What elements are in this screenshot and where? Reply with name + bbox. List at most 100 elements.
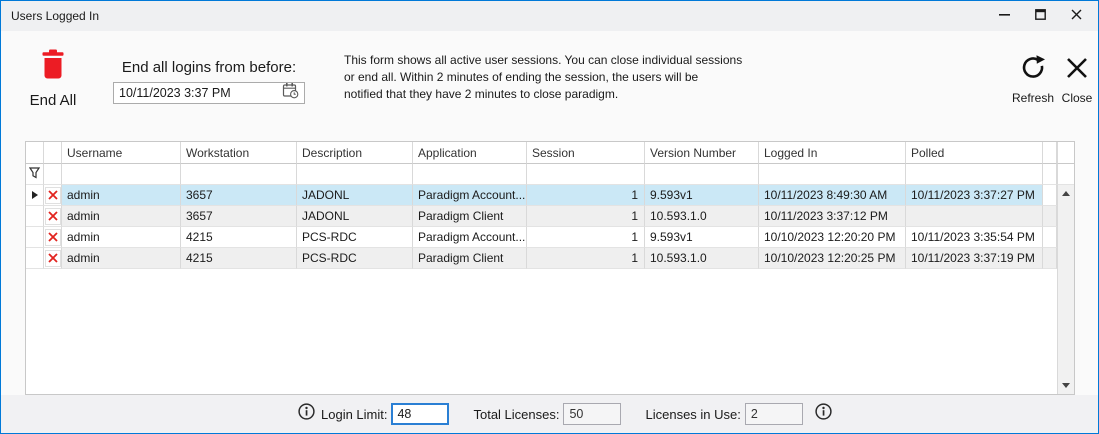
window-close-button[interactable] xyxy=(1058,1,1094,31)
total-licenses-field xyxy=(563,403,621,425)
cell-polled: 10/11/2023 3:37:19 PM xyxy=(906,248,1043,269)
cell-polled xyxy=(906,206,1043,227)
cell-description: JADONL xyxy=(297,185,413,206)
row-delete-cell xyxy=(44,185,62,206)
cell-version: 10.593.1.0 xyxy=(645,206,759,227)
table-header-row: Username Workstation Description Applica… xyxy=(26,142,1074,164)
login-limit-input[interactable] xyxy=(391,403,449,425)
cell-logged-in: 10/10/2023 12:20:25 PM xyxy=(759,248,906,269)
sessions-table: Username Workstation Description Applica… xyxy=(25,141,1075,395)
cell-session: 1 xyxy=(527,227,645,248)
row-delete-cell xyxy=(44,248,62,269)
row-filler-cell xyxy=(1043,206,1057,227)
cell-username: admin xyxy=(62,185,181,206)
column-header-session[interactable]: Session xyxy=(527,142,645,164)
cell-workstation: 3657 xyxy=(181,206,297,227)
column-header-version[interactable]: Version Number xyxy=(645,142,759,164)
row-filler-cell xyxy=(1043,185,1057,206)
end-before-input[interactable] xyxy=(119,86,282,100)
row-filler-cell xyxy=(1043,248,1057,269)
filter-input-polled[interactable] xyxy=(906,164,1043,185)
cell-logged-in: 10/11/2023 3:37:12 PM xyxy=(759,206,906,227)
users-logged-in-window: Users Logged In End All xyxy=(0,0,1099,434)
filter-input-version[interactable] xyxy=(645,164,759,185)
login-limit-label: Login Limit: xyxy=(321,407,387,422)
end-session-button[interactable] xyxy=(45,250,61,267)
row-indicator-cell xyxy=(26,185,44,206)
vertical-scrollbar[interactable] xyxy=(1057,185,1074,394)
cell-workstation: 4215 xyxy=(181,248,297,269)
cell-version: 9.593v1 xyxy=(645,227,759,248)
refresh-icon xyxy=(1019,68,1047,85)
end-session-button[interactable] xyxy=(45,229,61,246)
end-session-button[interactable] xyxy=(45,187,61,204)
cell-session: 1 xyxy=(527,185,645,206)
table-row[interactable]: admin 3657 JADONL Paradigm Account... 1 … xyxy=(26,185,1074,206)
filter-input-session[interactable] xyxy=(527,164,645,185)
licenses-in-use-field xyxy=(745,403,803,425)
close-label: Close xyxy=(1057,91,1097,105)
titlebar: Users Logged In xyxy=(1,1,1098,31)
table-row[interactable]: admin 4215 PCS-RDC Paradigm Account... 1… xyxy=(26,227,1074,248)
cell-application: Paradigm Client xyxy=(413,206,527,227)
scroll-down-button[interactable] xyxy=(1058,377,1074,394)
cell-session: 1 xyxy=(527,206,645,227)
scrollbar-header-spacer xyxy=(1057,142,1074,164)
minimize-button[interactable] xyxy=(986,1,1022,31)
funnel-icon[interactable] xyxy=(29,167,40,182)
column-header-polled[interactable]: Polled xyxy=(906,142,1043,164)
current-row-icon xyxy=(32,191,38,199)
info-icon[interactable] xyxy=(815,403,832,425)
end-session-button[interactable] xyxy=(45,208,61,225)
header-filler-cell xyxy=(1043,142,1057,164)
cell-description: PCS-RDC xyxy=(297,227,413,248)
end-before-datebox xyxy=(113,82,305,104)
cell-username: admin xyxy=(62,206,181,227)
row-indicator-cell xyxy=(26,227,44,248)
cell-version: 9.593v1 xyxy=(645,185,759,206)
cell-application: Paradigm Account... xyxy=(413,185,527,206)
maximize-icon xyxy=(1035,7,1046,25)
column-header-logged-in[interactable]: Logged In xyxy=(759,142,906,164)
filter-input-application[interactable] xyxy=(413,164,527,185)
cell-logged-in: 10/11/2023 8:49:30 AM xyxy=(759,185,906,206)
calendar-clock-icon[interactable] xyxy=(282,82,299,104)
column-header-username[interactable]: Username xyxy=(62,142,181,164)
column-header-application[interactable]: Application xyxy=(413,142,527,164)
table-row[interactable]: admin 3657 JADONL Paradigm Client 1 10.5… xyxy=(26,206,1074,227)
toolbar: End All End all logins from before: xyxy=(1,31,1098,141)
refresh-button[interactable]: Refresh xyxy=(1007,53,1059,105)
filter-input-description[interactable] xyxy=(297,164,413,185)
table-row[interactable]: admin 4215 PCS-RDC Paradigm Client 1 10.… xyxy=(26,248,1074,269)
cell-session: 1 xyxy=(527,248,645,269)
row-filler-cell xyxy=(1043,227,1057,248)
scroll-up-button[interactable] xyxy=(1058,185,1074,202)
cell-username: admin xyxy=(62,227,181,248)
cell-username: admin xyxy=(62,248,181,269)
end-all-button[interactable]: End All xyxy=(9,49,97,109)
close-button[interactable]: Close xyxy=(1057,53,1097,105)
filter-input-workstation[interactable] xyxy=(181,164,297,185)
filter-indicator-cell xyxy=(26,164,44,185)
filter-cell xyxy=(44,164,62,185)
cell-workstation: 3657 xyxy=(181,185,297,206)
row-delete-cell xyxy=(44,227,62,248)
header-delete-cell xyxy=(44,142,62,164)
row-indicator-cell xyxy=(26,248,44,269)
header-indicator-cell xyxy=(26,142,44,164)
cell-description: JADONL xyxy=(297,206,413,227)
column-header-workstation[interactable]: Workstation xyxy=(181,142,297,164)
cell-polled: 10/11/2023 3:37:27 PM xyxy=(906,185,1043,206)
end-before-label: End all logins from before: xyxy=(113,59,305,76)
minimize-icon xyxy=(999,7,1010,25)
filter-input-username[interactable] xyxy=(62,164,181,185)
maximize-button[interactable] xyxy=(1022,1,1058,31)
scrollbar-filter-spacer xyxy=(1057,164,1074,185)
form-description: This form shows all active user sessions… xyxy=(344,52,742,103)
cell-description: PCS-RDC xyxy=(297,248,413,269)
window-title: Users Logged In xyxy=(11,9,99,23)
filter-input-logged-in[interactable] xyxy=(759,164,906,185)
column-header-description[interactable]: Description xyxy=(297,142,413,164)
total-licenses-label: Total Licenses: xyxy=(473,407,559,422)
info-icon[interactable] xyxy=(298,403,315,425)
